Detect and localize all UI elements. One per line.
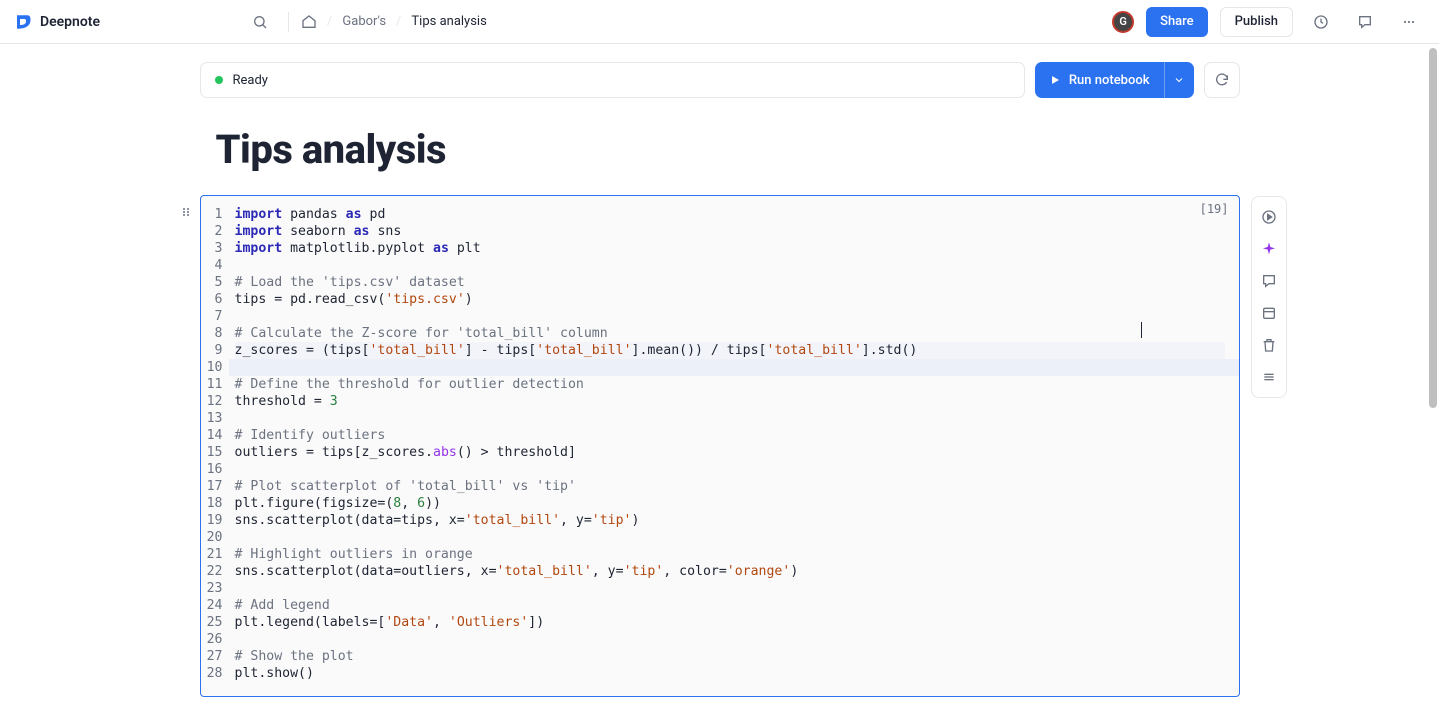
code-line[interactable]: z_scores = (tips['total_bill'] - tips['t… bbox=[235, 342, 1225, 359]
code-line[interactable]: threshold = 3 bbox=[235, 393, 1225, 410]
code-line[interactable]: # Calculate the Z-score for 'total_bill'… bbox=[235, 325, 1225, 342]
code-line[interactable]: import pandas as pd bbox=[235, 206, 1225, 223]
avatar[interactable]: G bbox=[1112, 11, 1134, 33]
refresh-icon bbox=[1214, 72, 1230, 88]
code-line[interactable]: sns.scatterplot(data=tips, x='total_bill… bbox=[235, 512, 1225, 529]
code-line[interactable]: # Define the threshold for outlier detec… bbox=[235, 376, 1225, 393]
status-label: Ready bbox=[233, 73, 268, 88]
home-icon bbox=[301, 14, 317, 30]
code-line[interactable] bbox=[235, 257, 1225, 274]
play-circle-icon bbox=[1261, 209, 1277, 225]
clock-icon bbox=[1313, 14, 1329, 30]
more-button[interactable] bbox=[1393, 6, 1425, 38]
code-line[interactable] bbox=[235, 410, 1225, 427]
code-line[interactable]: sns.scatterplot(data=outliers, x='total_… bbox=[235, 563, 1225, 580]
code-line[interactable]: # Identify outliers bbox=[235, 427, 1225, 444]
grip-icon bbox=[180, 206, 192, 218]
code-line[interactable] bbox=[235, 461, 1225, 478]
top-bar: Deepnote / Gabor's / Tips analysis G Sha… bbox=[0, 0, 1439, 44]
search-button[interactable] bbox=[244, 6, 276, 38]
cell-drag-handle[interactable] bbox=[180, 203, 192, 222]
code-cell[interactable]: [19] 12345678910111213141516171819202122… bbox=[200, 195, 1240, 697]
comments-button[interactable] bbox=[1349, 6, 1381, 38]
search-icon bbox=[252, 14, 268, 30]
publish-button[interactable]: Publish bbox=[1220, 7, 1293, 37]
calendar-icon bbox=[1261, 305, 1277, 321]
brand[interactable]: Deepnote bbox=[14, 13, 100, 31]
sparkle-icon bbox=[1261, 241, 1277, 257]
snapshot-cell-button[interactable] bbox=[1255, 299, 1283, 327]
comment-icon bbox=[1357, 14, 1373, 30]
code-content[interactable]: import pandas as pdimport seaborn as sns… bbox=[235, 206, 1225, 682]
code-line[interactable]: import matplotlib.pyplot as plt bbox=[235, 240, 1225, 257]
code-line[interactable] bbox=[229, 359, 1239, 376]
page-title[interactable]: Tips analysis bbox=[216, 126, 1224, 173]
code-cell-wrap: [19] 12345678910111213141516171819202122… bbox=[200, 195, 1240, 697]
code-line[interactable]: # Highlight outliers in orange bbox=[235, 546, 1225, 563]
code-line[interactable]: # Load the 'tips.csv' dataset bbox=[235, 274, 1225, 291]
restart-kernel-button[interactable] bbox=[1204, 62, 1240, 98]
run-cell-button[interactable] bbox=[1255, 203, 1283, 231]
comment-icon bbox=[1261, 273, 1277, 289]
trash-icon bbox=[1261, 337, 1277, 353]
page-scroll[interactable]: Ready Run notebook Tips analysis bbox=[0, 44, 1439, 707]
code-line[interactable]: outliers = tips[z_scores.abs() > thresho… bbox=[235, 444, 1225, 461]
cell-action-rail bbox=[1251, 196, 1287, 398]
breadcrumb-sep: / bbox=[396, 14, 401, 29]
ai-assist-button[interactable] bbox=[1255, 235, 1283, 263]
code-line[interactable]: # Plot scatterplot of 'total_bill' vs 't… bbox=[235, 478, 1225, 495]
code-line[interactable]: plt.legend(labels=['Data', 'Outliers']) bbox=[235, 614, 1225, 631]
run-notebook-button[interactable]: Run notebook bbox=[1035, 62, 1194, 98]
comment-cell-button[interactable] bbox=[1255, 267, 1283, 295]
workspace-crumb[interactable]: Gabor's bbox=[342, 14, 386, 29]
logo-icon bbox=[14, 13, 32, 31]
code-line[interactable]: tips = pd.read_csv('tips.csv') bbox=[235, 291, 1225, 308]
code-line[interactable]: # Add legend bbox=[235, 597, 1225, 614]
chevron-down-icon bbox=[1173, 74, 1185, 86]
breadcrumb-sep: / bbox=[327, 14, 332, 29]
text-cursor bbox=[1141, 322, 1142, 338]
notebook-toolbar: Ready Run notebook bbox=[200, 62, 1240, 114]
menu-icon bbox=[1261, 369, 1277, 385]
history-button[interactable] bbox=[1305, 6, 1337, 38]
status-dot-icon bbox=[215, 76, 223, 84]
run-label: Run notebook bbox=[1069, 73, 1150, 88]
play-icon bbox=[1049, 74, 1061, 86]
brand-name: Deepnote bbox=[40, 14, 100, 30]
divider bbox=[288, 12, 289, 32]
code-line[interactable] bbox=[235, 631, 1225, 648]
kernel-status[interactable]: Ready bbox=[200, 62, 1025, 98]
scrollbar-thumb[interactable] bbox=[1429, 48, 1437, 408]
dots-icon bbox=[1401, 14, 1417, 30]
code-line[interactable]: plt.figure(figsize=(8, 6)) bbox=[235, 495, 1225, 512]
code-line[interactable] bbox=[235, 529, 1225, 546]
code-line[interactable]: plt.show() bbox=[235, 665, 1225, 682]
code-line[interactable]: import seaborn as sns bbox=[235, 223, 1225, 240]
delete-cell-button[interactable] bbox=[1255, 331, 1283, 359]
execution-count: [19] bbox=[1200, 202, 1229, 216]
code-line[interactable] bbox=[235, 580, 1225, 597]
code-line[interactable]: # Show the plot bbox=[235, 648, 1225, 665]
run-dropdown[interactable] bbox=[1164, 62, 1194, 98]
more-cell-button[interactable] bbox=[1255, 363, 1283, 391]
code-editor[interactable]: 1234567891011121314151617181920212223242… bbox=[201, 196, 1239, 696]
line-gutter: 1234567891011121314151617181920212223242… bbox=[207, 206, 235, 682]
home-crumb[interactable] bbox=[301, 14, 317, 30]
scrollbar[interactable] bbox=[1427, 48, 1437, 703]
code-line[interactable] bbox=[235, 308, 1225, 325]
share-button[interactable]: Share bbox=[1146, 7, 1208, 37]
notebook-crumb[interactable]: Tips analysis bbox=[411, 14, 486, 29]
breadcrumb: / Gabor's / Tips analysis bbox=[301, 14, 487, 30]
